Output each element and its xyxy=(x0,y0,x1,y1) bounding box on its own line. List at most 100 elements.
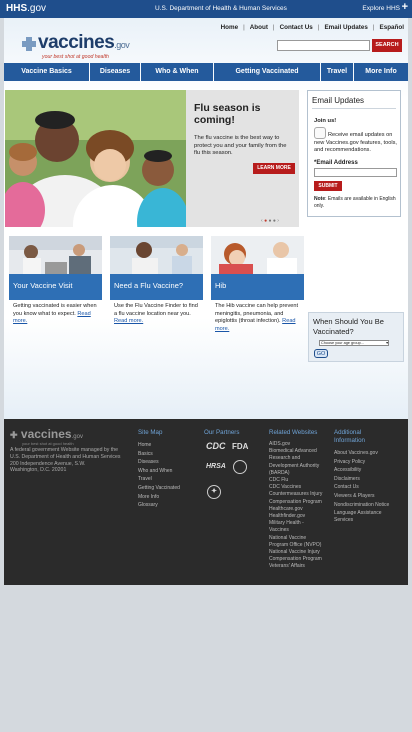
card-vaccine-visit[interactable]: Your Vaccine Visit Getting vaccinated is… xyxy=(9,236,102,326)
additional-link[interactable]: Nondiscrimination Notice xyxy=(334,501,406,510)
site-map-link[interactable]: Travel xyxy=(138,475,198,484)
card-label: Need a Flu Vaccine? xyxy=(110,274,203,300)
related-link[interactable]: Compensation Program xyxy=(269,556,331,563)
additional-link[interactable]: Accessibility xyxy=(334,466,406,475)
top-link-email-updates[interactable]: Email Updates xyxy=(324,24,367,31)
related-link[interactable]: CDC Vaccines xyxy=(269,484,331,491)
card-flu-vaccine[interactable]: Need a Flu Vaccine? Use the Flu Vaccine … xyxy=(110,236,203,326)
related-link[interactable]: National Vaccine Injury xyxy=(269,549,331,556)
site-map-link[interactable]: Home xyxy=(138,441,198,450)
card-label: Hib xyxy=(211,274,304,300)
hhs-department-label: U.S. Department of Health & Human Servic… xyxy=(155,5,287,12)
partners: Our Partners xyxy=(204,429,264,436)
logo-tagline: your best shot at good health xyxy=(42,54,109,60)
additional-link[interactable]: Contact Us xyxy=(334,483,406,492)
related-link[interactable]: Program Office (NVPO) xyxy=(269,542,331,549)
partners-heading: Our Partners xyxy=(204,429,240,436)
carousel-dots[interactable]: ‹ ● ● ● › xyxy=(261,218,279,224)
card-hib[interactable]: Hib The Hib vaccine can help prevent men… xyxy=(211,236,304,333)
seal-icon[interactable] xyxy=(233,460,247,474)
top-links: Home | About | Contact Us | Email Updates | … xyxy=(220,24,405,31)
related-link[interactable]: Biomedical Advanced xyxy=(269,448,331,455)
plus-icon[interactable]: + xyxy=(402,1,408,13)
nav-more-info[interactable]: More Info xyxy=(354,63,408,81)
search-button[interactable]: SEARCH xyxy=(372,39,402,52)
hhs-eagle-icon[interactable]: ✦ xyxy=(207,485,221,499)
related-link[interactable]: AIDS.gov xyxy=(269,441,331,448)
cross-icon: ✚ xyxy=(10,430,18,440)
site-map-link[interactable]: More Info xyxy=(138,493,198,502)
go-button[interactable]: GO xyxy=(314,349,328,358)
related-link[interactable]: Vaccines xyxy=(269,527,331,534)
hero-title: Flu season is coming! xyxy=(194,102,261,126)
site-map-link[interactable]: Basics xyxy=(138,450,198,459)
hrsa-logo[interactable]: HRSA xyxy=(206,463,226,470)
related-link[interactable]: Veterans' Affairs xyxy=(269,563,331,570)
nav-who-when[interactable]: Who & When xyxy=(141,63,213,81)
cdc-logo[interactable]: CDC xyxy=(206,441,226,451)
related-link[interactable]: Military Health - xyxy=(269,520,331,527)
card-text: The Hib vaccine can help prevent meningi… xyxy=(215,303,299,332)
related-link[interactable]: Compensation Program xyxy=(269,499,331,506)
logo-gov: .gov xyxy=(114,40,130,50)
top-link-home[interactable]: Home xyxy=(221,24,239,31)
related-link[interactable]: (BARDA) xyxy=(269,470,331,477)
email-field[interactable] xyxy=(314,168,397,177)
site-map-link[interactable]: Glossary xyxy=(138,501,198,510)
explore-hhs-link[interactable]: Explore HHS xyxy=(362,5,400,12)
additional-link[interactable]: Privacy Policy xyxy=(334,458,406,467)
flu-vaccine-photo xyxy=(110,236,203,274)
search-input[interactable] xyxy=(277,40,370,51)
footer-about: A federal government Website managed by … xyxy=(10,447,121,474)
site-map-link[interactable]: Diseases xyxy=(138,458,198,467)
learn-more-button[interactable]: LEARN MORE xyxy=(253,163,295,174)
top-link-about[interactable]: About xyxy=(250,24,268,31)
site-map-link[interactable]: Who and When xyxy=(138,467,198,476)
top-link-contact[interactable]: Contact Us xyxy=(280,24,313,31)
logo-word: vaccines xyxy=(38,32,115,53)
top-link-espanol[interactable]: Español xyxy=(380,24,405,31)
vaccine-visit-photo xyxy=(9,236,102,274)
card-label: Your Vaccine Visit xyxy=(9,274,102,300)
footer: ✚ vaccines.gov your best shot at good he… xyxy=(4,419,408,585)
submit-button[interactable]: SUBMIT xyxy=(314,181,342,191)
fda-logo[interactable]: FDA xyxy=(232,442,248,451)
hib-photo xyxy=(211,236,304,274)
age-group-select[interactable]: Choose your age group... ▾ xyxy=(319,340,389,346)
divider xyxy=(312,108,396,109)
related-link[interactable]: CDC Flu xyxy=(269,477,331,484)
additional-information-heading: Additional Information xyxy=(334,429,365,444)
related-link[interactable]: Healthcare.gov xyxy=(269,506,331,513)
email-address-label: *Email Address xyxy=(314,160,358,166)
related-link[interactable]: Healthfinder.gov xyxy=(269,513,331,520)
hhs-header-bar: HHS.gov U.S. Department of Health & Huma… xyxy=(0,0,412,18)
chevron-down-icon: ▾ xyxy=(386,341,388,345)
read-more-link[interactable]: Read more. xyxy=(114,318,143,324)
site-map: Site Map Home Basics Diseases Who and Wh… xyxy=(138,429,198,510)
footer-logo[interactable]: ✚ vaccines.gov xyxy=(10,427,83,441)
receive-updates-text: Receive email updates on new Vaccines.go… xyxy=(314,132,397,153)
when-vaccinated-widget: When Should You Be Vaccinated? Choose yo… xyxy=(308,312,404,362)
related-link[interactable]: Countermeasures Injury xyxy=(269,491,331,498)
main-nav: Vaccine Basics Diseases Who & When Getti… xyxy=(4,63,408,81)
related-link[interactable]: Research and xyxy=(269,455,331,462)
nav-diseases[interactable]: Diseases xyxy=(90,63,140,81)
site-map-link[interactable]: Getting Vaccinated xyxy=(138,484,198,493)
related-websites-heading: Related Websites xyxy=(269,429,318,436)
related-websites: Related Websites AIDS.gov Biomedical Adv… xyxy=(269,429,331,571)
additional-link[interactable]: About Vaccines.gov xyxy=(334,449,406,458)
card-text: Getting vaccinated is easier when you kn… xyxy=(13,303,97,325)
hero-text: The flu vaccine is the best way to prote… xyxy=(194,135,287,156)
nav-vaccine-basics[interactable]: Vaccine Basics xyxy=(4,63,89,81)
hero-carousel: Flu season is coming! The flu vaccine is… xyxy=(5,90,299,227)
hhs-logo[interactable]: HHS.gov xyxy=(6,3,46,14)
when-title: When Should You Be Vaccinated? xyxy=(313,317,384,336)
nav-travel[interactable]: Travel xyxy=(321,63,353,81)
related-link[interactable]: National Vaccine xyxy=(269,535,331,542)
additional-link[interactable]: Viewers & Players xyxy=(334,492,406,501)
additional-link[interactable]: Disclaimers xyxy=(334,475,406,484)
related-link[interactable]: Development Authority xyxy=(269,463,331,470)
family-photo xyxy=(5,90,186,227)
additional-link[interactable]: Language Assistance Services xyxy=(334,510,406,523)
nav-getting-vaccinated[interactable]: Getting Vaccinated xyxy=(214,63,320,81)
